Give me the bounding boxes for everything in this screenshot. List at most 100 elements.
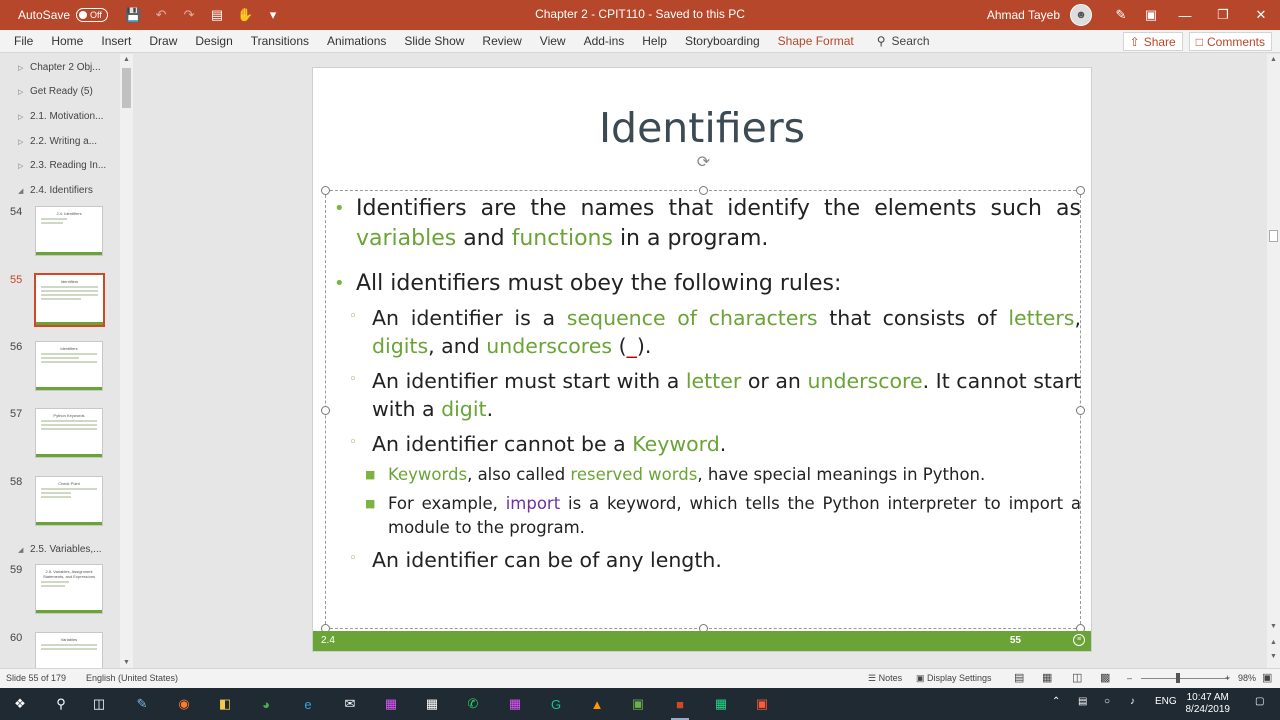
slide-title[interactable]: Identifiers	[313, 104, 1091, 152]
customize-qat-icon[interactable]: ▾	[264, 6, 282, 24]
firefox-icon[interactable]: ◉	[173, 694, 195, 714]
ribbon-display-options-icon[interactable]: ▣	[1136, 7, 1166, 23]
slide-thumbnail-selected[interactable]: 55 Identifiers	[0, 273, 118, 327]
slide-thumbnail[interactable]: 54 2.4. Identifiers	[0, 206, 118, 258]
system-clock[interactable]: 10:47 AM 8/24/2019	[1186, 692, 1231, 716]
tab-home[interactable]: Home	[42, 30, 92, 52]
slide-thumbnail[interactable]: 58 Check Point	[0, 476, 118, 528]
camtasia-icon[interactable]: ▣	[627, 694, 649, 714]
language-indicator[interactable]: English (United States)	[86, 673, 178, 683]
slide-sorter-icon[interactable]: ▦	[1042, 671, 1052, 684]
tab-add-ins[interactable]: Add-ins	[575, 30, 634, 52]
zoom-in-icon[interactable]: +	[1225, 673, 1230, 683]
pycharm-icon[interactable]: ▦	[710, 694, 732, 714]
collapse-icon[interactable]: ◢	[18, 187, 24, 195]
expand-icon[interactable]: ▷	[18, 64, 24, 72]
calculator-icon[interactable]: ▦	[421, 694, 443, 714]
fit-slide-icon[interactable]: ▣	[1262, 671, 1272, 684]
search-icon[interactable]: ⚲	[50, 694, 72, 714]
tab-view[interactable]: View	[531, 30, 575, 52]
section-get-ready[interactable]: ▷ Get Ready (5)	[18, 86, 93, 97]
display-settings-button[interactable]: ▣ Display Settings	[916, 673, 992, 684]
scroll-up-icon[interactable]: ▲	[120, 56, 133, 63]
close-button[interactable]: ✕	[1242, 7, 1280, 23]
notes-button[interactable]: ☰ Notes	[868, 673, 902, 684]
section-writing[interactable]: ▷ 2.2. Writing a...	[18, 136, 97, 147]
file-explorer-icon[interactable]: ◧	[214, 694, 236, 714]
next-slide-icon[interactable]: ▼	[1267, 653, 1280, 660]
section-chapter-2-obj[interactable]: ▷ Chapter 2 Obj...	[18, 62, 101, 73]
zoom-slider-handle[interactable]	[1176, 673, 1180, 683]
tray-chevron-icon[interactable]: ⌃	[1052, 696, 1060, 707]
autosave-toggle[interactable]: Off	[76, 8, 109, 22]
grammarly-icon[interactable]: G	[545, 694, 567, 714]
avatar[interactable]: ☻	[1070, 4, 1092, 26]
tray-monitor-icon[interactable]: ▤	[1078, 696, 1087, 707]
slide-thumbnail[interactable]: 57 Python Keywords	[0, 408, 118, 460]
tab-file[interactable]: File	[0, 30, 42, 52]
presenter-icon[interactable]: ▤	[208, 6, 226, 24]
tab-slide-show[interactable]: Slide Show	[395, 30, 473, 52]
comments-button[interactable]: □ Comments	[1188, 32, 1272, 51]
tab-design[interactable]: Design	[186, 30, 241, 52]
zoom-out-icon[interactable]: –	[1127, 673, 1132, 683]
scroll-down-icon[interactable]: ▼	[1267, 623, 1280, 630]
recorder-icon[interactable]: ▣	[751, 694, 773, 714]
task-view-icon[interactable]: ◫	[88, 694, 110, 714]
slide-body[interactable]: • Identifiers are the names that identify…	[329, 194, 1081, 574]
slide-show-icon[interactable]: ▩	[1100, 671, 1110, 684]
save-icon[interactable]: 💾	[124, 6, 142, 24]
scroll-thumb[interactable]	[1269, 230, 1278, 242]
expand-icon[interactable]: ▷	[18, 113, 24, 121]
section-motivation[interactable]: ▷ 2.1. Motivation...	[18, 111, 103, 122]
collapse-icon[interactable]: ◢	[18, 546, 24, 554]
tab-draw[interactable]: Draw	[140, 30, 186, 52]
thumbnail-scrollbar[interactable]: ▲ ▼	[120, 54, 133, 668]
tab-animations[interactable]: Animations	[318, 30, 395, 52]
user-name[interactable]: Ahmad Tayeb	[987, 8, 1060, 22]
minimize-button[interactable]: —	[1166, 8, 1204, 23]
webstorm-icon[interactable]: ▦	[504, 694, 526, 714]
scroll-down-icon[interactable]: ▼	[120, 659, 133, 666]
zoom-slider[interactable]	[1141, 678, 1229, 679]
share-button[interactable]: ⇧ Share	[1122, 32, 1183, 51]
normal-view-icon[interactable]: ▤	[1014, 671, 1024, 684]
windows-start-icon[interactable]: ❖	[9, 694, 31, 714]
expand-icon[interactable]: ▷	[18, 162, 24, 170]
tab-shape-format[interactable]: Shape Format	[769, 30, 863, 52]
sketch-icon[interactable]: ▲	[586, 694, 608, 714]
expand-icon[interactable]: ▷	[18, 138, 24, 146]
zoom-level[interactable]: 98%	[1238, 673, 1256, 683]
section-identifiers[interactable]: ◢ 2.4. Identifiers	[18, 185, 93, 196]
input-language[interactable]: ENG	[1155, 696, 1177, 707]
pen-icon[interactable]: ✎	[1106, 7, 1136, 23]
slide-thumbnail[interactable]: 56 Identifiers	[0, 341, 118, 393]
scroll-up-icon[interactable]: ▲	[1267, 56, 1280, 63]
previous-slide-icon[interactable]: ▲	[1267, 639, 1280, 646]
scroll-thumb[interactable]	[122, 68, 131, 108]
notepad-icon[interactable]: ✎	[131, 694, 153, 714]
wifi-icon[interactable]: ○	[1104, 696, 1110, 707]
section-variables[interactable]: ◢ 2.5. Variables,...	[18, 544, 102, 555]
slide-canvas[interactable]: Identifiers ⟳ • Identifiers are the names…	[312, 67, 1092, 652]
restore-button[interactable]: ❐	[1204, 7, 1242, 23]
undo-icon[interactable]: ↶	[152, 6, 170, 24]
autosave-control[interactable]: AutoSave Off	[18, 8, 109, 22]
search-box[interactable]: ⚲ Search	[877, 34, 930, 48]
tab-transitions[interactable]: Transitions	[242, 30, 318, 52]
slide-thumbnail[interactable]: 59 2.5. Variables, Assignment Statements…	[0, 564, 118, 616]
tab-storyboarding[interactable]: Storyboarding	[676, 30, 769, 52]
tab-help[interactable]: Help	[633, 30, 676, 52]
touch-mode-icon[interactable]: ✋	[236, 6, 254, 24]
whatsapp-icon[interactable]: ✆	[462, 694, 484, 714]
slide-scrollbar[interactable]: ▲ ▼ ▲ ▼	[1267, 54, 1280, 668]
edge-icon[interactable]: e	[297, 694, 319, 714]
rotate-handle-icon[interactable]: ⟳	[695, 154, 712, 171]
expand-icon[interactable]: ▷	[18, 88, 24, 96]
reading-view-icon[interactable]: ◫	[1072, 671, 1082, 684]
tab-review[interactable]: Review	[473, 30, 530, 52]
section-reading-input[interactable]: ▷ 2.3. Reading In...	[18, 160, 106, 171]
mail-icon[interactable]: ✉	[339, 694, 361, 714]
phpstorm-icon[interactable]: ▦	[380, 694, 402, 714]
slide-thumbnail[interactable]: 60 Variables	[0, 632, 118, 668]
